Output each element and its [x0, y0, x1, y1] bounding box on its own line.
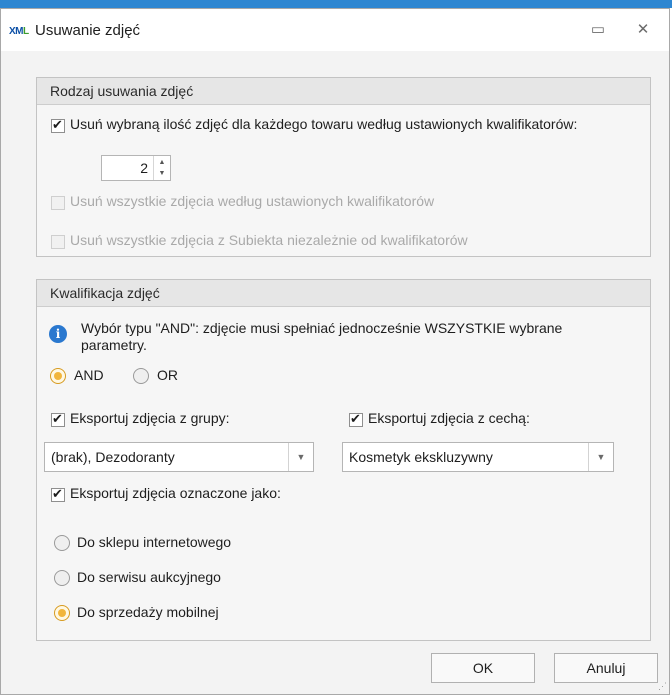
export-group-label[interactable]: Eksportuj zdjęcia z grupy: — [70, 410, 230, 426]
marked-option-radio[interactable] — [54, 570, 70, 586]
export-marked-label[interactable]: Eksportuj zdjęcia oznaczone jako: — [70, 485, 281, 501]
mode-or-label[interactable]: OR — [157, 367, 178, 383]
mode-and-label[interactable]: AND — [74, 367, 104, 383]
photo-count-spinner[interactable]: 2 ▲ ▼ — [101, 155, 171, 181]
info-text: Wybór typu "AND": zdjęcie musi spełniać … — [81, 320, 563, 353]
group-dropdown-value: (brak), Dezodoranty — [51, 449, 175, 465]
marked-option-label[interactable]: Do sklepu internetowego — [77, 534, 231, 550]
remove-selected-checkbox[interactable] — [51, 117, 65, 133]
export-group-checkbox[interactable] — [51, 411, 65, 427]
removal-type-header: Rodzaj usuwania zdjęć — [37, 78, 650, 105]
photo-count-value[interactable]: 2 — [140, 160, 148, 176]
window-accent-strip — [0, 0, 672, 8]
remove-all-subiekt-checkbox[interactable] — [51, 235, 65, 249]
removal-type-title: Rodzaj usuwania zdjęć — [50, 83, 194, 99]
marked-option-radio[interactable] — [54, 605, 70, 621]
resize-grip-icon[interactable]: ⋰ — [658, 681, 667, 692]
app-logo-icon: XML — [9, 26, 29, 37]
qualification-title: Kwalifikacja zdjęć — [50, 285, 160, 301]
marked-option-radio[interactable] — [54, 535, 70, 551]
spinner-up-icon[interactable]: ▲ — [156, 157, 168, 168]
close-icon[interactable]: ✕ — [631, 19, 655, 41]
ok-button[interactable]: OK — [431, 653, 535, 683]
qualification-header: Kwalifikacja zdjęć — [37, 280, 650, 307]
export-marked-checkbox[interactable] — [51, 486, 65, 502]
group-dropdown[interactable]: (brak), Dezodoranty ▼ — [44, 442, 314, 472]
minimize-icon[interactable]: ▭ — [586, 19, 610, 41]
remove-all-qualifiers-label[interactable]: Usuń wszystkie zdjęcia według ustawionyc… — [70, 193, 434, 209]
chevron-down-icon[interactable]: ▼ — [288, 443, 313, 471]
title-bar[interactable]: XML Usuwanie zdjęć ▭ ✕ — [1, 9, 669, 51]
export-feature-checkbox[interactable] — [349, 411, 363, 427]
remove-all-qualifiers-checkbox[interactable] — [51, 196, 65, 210]
feature-dropdown-value: Kosmetyk ekskluzywny — [349, 449, 493, 465]
spinner-down-icon[interactable]: ▼ — [156, 168, 168, 179]
window-title: Usuwanie zdjęć — [35, 22, 141, 39]
dialog-window: XML Usuwanie zdjęć ▭ ✕ Rodzaj usuwania z… — [0, 8, 670, 695]
feature-dropdown[interactable]: Kosmetyk ekskluzywny ▼ — [342, 442, 614, 472]
marked-option-label[interactable]: Do serwisu aukcyjnego — [77, 569, 221, 585]
spinner-buttons: ▲ ▼ — [153, 156, 170, 180]
mode-or-radio[interactable] — [133, 368, 149, 384]
export-feature-label[interactable]: Eksportuj zdjęcia z cechą: — [368, 410, 530, 426]
info-icon: i — [49, 325, 67, 343]
cancel-button[interactable]: Anuluj — [554, 653, 658, 683]
remove-all-subiekt-label[interactable]: Usuń wszystkie zdjęcia z Subiekta niezal… — [70, 232, 468, 248]
mode-and-radio[interactable] — [50, 368, 66, 384]
chevron-down-icon[interactable]: ▼ — [588, 443, 613, 471]
marked-option-label[interactable]: Do sprzedaży mobilnej — [77, 604, 219, 620]
remove-selected-label[interactable]: Usuń wybraną ilość zdjęć dla każdego tow… — [70, 116, 650, 132]
